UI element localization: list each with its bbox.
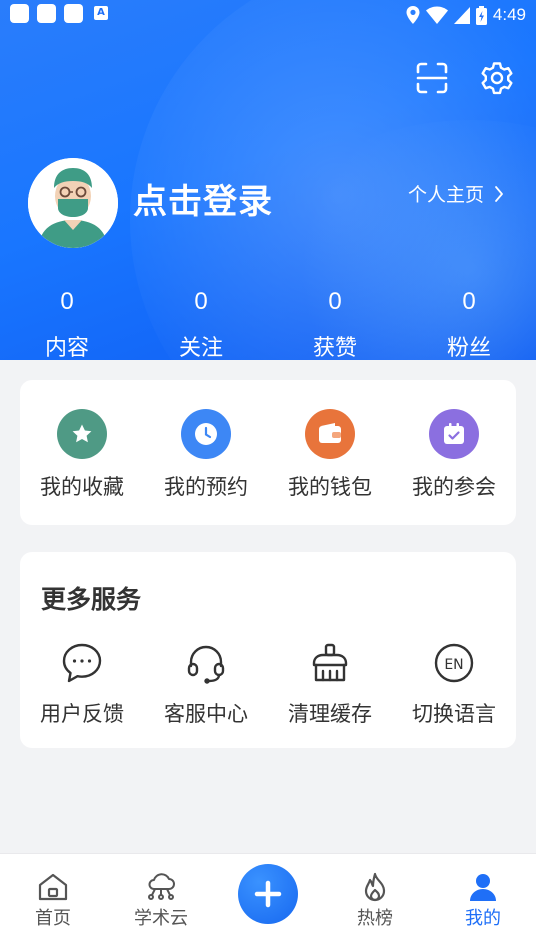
stat-value: 0 [328, 288, 342, 315]
headset-icon [183, 640, 229, 686]
tab-label: 首页 [35, 908, 71, 929]
chevron-right-icon [495, 185, 503, 202]
notification-icon [10, 4, 29, 23]
clock-icon [181, 409, 231, 459]
calendar-check-icon [429, 409, 479, 459]
stat-likes[interactable]: 0 获赞 [268, 288, 402, 362]
more-services-card: 更多服务 用户反馈 客服中心 清理缓存 EN 切换语言 [20, 552, 516, 748]
wifi-icon [425, 6, 448, 24]
tab-mine[interactable]: 我的 [438, 872, 528, 930]
notification-badge: A [94, 6, 108, 20]
tab-academic-cloud[interactable]: 学术云 [116, 872, 206, 930]
wallet-icon [305, 409, 355, 459]
settings-button[interactable] [480, 61, 514, 95]
stats-row: 0 内容 0 关注 0 获赞 0 粉丝 [0, 288, 536, 362]
clear-cache-button[interactable]: 清理缓存 [268, 640, 392, 728]
status-time: 4:49 [492, 5, 526, 24]
doctor-avatar-image [28, 158, 118, 248]
tab-hot-list[interactable]: 热榜 [330, 872, 420, 930]
wallet-label: 我的钱包 [288, 475, 372, 499]
customer-service-button[interactable]: 客服中心 [144, 640, 268, 728]
switch-language-button[interactable]: EN 切换语言 [392, 640, 516, 728]
stat-following[interactable]: 0 关注 [134, 288, 268, 362]
language-en-icon: EN [431, 640, 477, 686]
favorites-button[interactable]: 我的收藏 [20, 409, 144, 501]
notification-icon [37, 4, 56, 23]
tab-label: 我的 [465, 908, 501, 929]
stat-value: 0 [462, 288, 476, 315]
scan-button[interactable] [415, 61, 449, 95]
stat-label: 粉丝 [446, 336, 491, 361]
location-icon [406, 6, 420, 24]
star-icon [57, 409, 107, 459]
feedback-button[interactable]: 用户反馈 [20, 640, 144, 728]
stat-value: 0 [60, 288, 74, 315]
appointments-label: 我的预约 [164, 475, 248, 499]
stat-label: 内容 [44, 336, 89, 361]
create-post-button[interactable] [238, 864, 298, 924]
scan-icon [416, 62, 448, 94]
stat-followers[interactable]: 0 粉丝 [402, 288, 536, 362]
conferences-label: 我的参会 [412, 475, 496, 499]
login-button[interactable]: 点击登录 [133, 174, 273, 223]
stat-content[interactable]: 0 内容 [0, 288, 134, 362]
avatar[interactable] [28, 158, 118, 248]
signal-icon [453, 6, 470, 24]
chat-bubble-icon [59, 640, 105, 686]
status-bar: A 4:49 [0, 0, 536, 30]
stat-label: 获赞 [312, 336, 357, 361]
personal-homepage-label: 个人主页 [408, 184, 485, 206]
clear-cache-label: 清理缓存 [288, 702, 372, 726]
person-icon [470, 874, 496, 901]
wallet-button[interactable]: 我的钱包 [268, 409, 392, 501]
gear-icon [481, 62, 513, 95]
personal-homepage-link[interactable]: 个人主页 [408, 180, 504, 207]
section-title: 更多服务 [41, 585, 142, 614]
cloud-network-icon [148, 873, 175, 900]
svg-text:EN: EN [444, 657, 463, 673]
appointments-button[interactable]: 我的预约 [144, 409, 268, 501]
tab-label: 学术云 [134, 908, 188, 929]
switch-language-label: 切换语言 [412, 702, 496, 726]
battery-icon [475, 5, 487, 25]
stat-value: 0 [194, 288, 208, 315]
favorites-label: 我的收藏 [40, 475, 124, 499]
stat-label: 关注 [178, 336, 223, 361]
notification-icon [64, 4, 83, 23]
tab-home[interactable]: 首页 [8, 872, 98, 930]
feedback-label: 用户反馈 [40, 702, 124, 726]
broom-icon [307, 640, 353, 686]
customer-service-label: 客服中心 [164, 702, 248, 726]
plus-icon [254, 880, 282, 908]
home-icon [38, 873, 68, 901]
tab-label: 热榜 [357, 908, 393, 929]
quick-actions-card: 我的收藏 我的预约 我的钱包 我的参会 [20, 380, 516, 525]
conferences-button[interactable]: 我的参会 [392, 409, 516, 501]
flame-icon [364, 872, 386, 902]
